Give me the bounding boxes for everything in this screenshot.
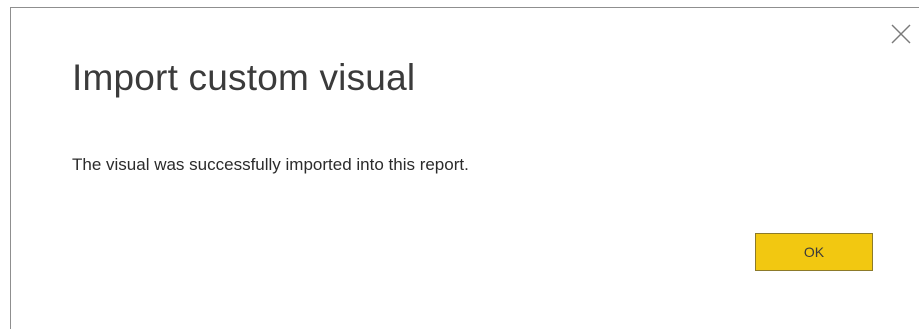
ok-button[interactable]: OK [755, 233, 873, 271]
close-icon[interactable] [889, 22, 913, 46]
dialog-title: Import custom visual [72, 57, 416, 98]
close-icon-glyph [891, 24, 911, 44]
dialog-message: The visual was successfully imported int… [72, 155, 469, 174]
import-dialog: Import custom visual The visual was succ… [10, 7, 919, 329]
